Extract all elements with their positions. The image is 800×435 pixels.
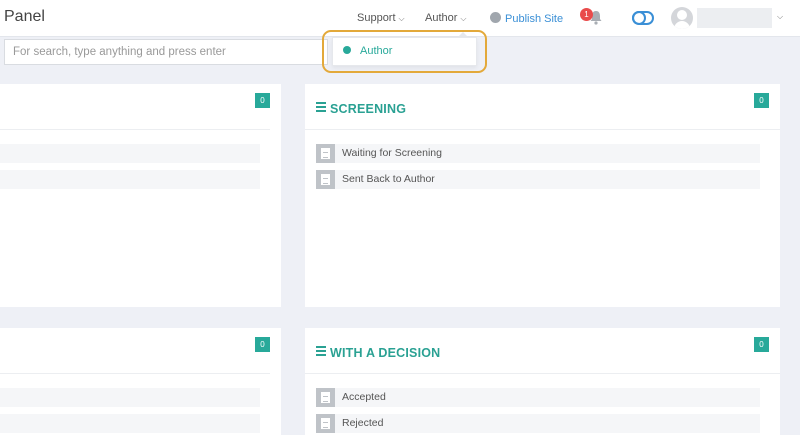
list-item-label: Accepted <box>342 391 386 403</box>
list-item[interactable]: Rejected <box>316 414 760 433</box>
divider <box>305 373 780 374</box>
list-item[interactable] <box>0 170 260 189</box>
brand-title: Panel <box>4 8 45 25</box>
publish-site-label: Publish Site <box>505 13 564 25</box>
document-icon <box>316 144 335 163</box>
list-item[interactable]: Sent Back to Author <box>316 170 760 189</box>
list-item-label: Rejected <box>342 417 384 429</box>
list-icon <box>316 346 326 358</box>
panel-screening: SCREENING 0 Waiting for Screening Sent B… <box>305 84 780 307</box>
chevron-down-icon[interactable]: ⌵ <box>777 12 783 22</box>
divider <box>0 129 270 130</box>
search-input[interactable] <box>5 40 327 64</box>
list-item[interactable] <box>0 388 260 407</box>
count-badge: 0 <box>754 337 769 352</box>
document-icon <box>316 414 335 433</box>
panel-title: SCREENING <box>316 102 406 116</box>
nav-support-label: Support <box>357 12 396 24</box>
top-bar: Panel Support ⌵ Author ⌵ Publish Site 1 ⌵ <box>0 0 800 37</box>
list-item-label: Sent Back to Author <box>342 173 435 185</box>
search-bar <box>4 39 328 65</box>
user-name[interactable] <box>697 8 772 28</box>
divider <box>0 373 270 374</box>
list-item[interactable] <box>0 144 260 163</box>
list-item[interactable]: Accepted <box>316 388 760 407</box>
chevron-down-icon: ⌵ <box>460 14 467 23</box>
list-icon <box>316 102 326 114</box>
panel-title-text: WITH A DECISION <box>330 346 441 360</box>
panel-left-bottom: 0 <box>0 328 281 435</box>
divider <box>305 129 780 130</box>
count-badge: 0 <box>255 337 270 352</box>
list-item[interactable] <box>0 414 260 433</box>
list-item-label: Waiting for Screening <box>342 147 442 159</box>
panel-left-top: 0 <box>0 84 281 307</box>
nav-support[interactable]: Support ⌵ <box>357 12 405 24</box>
nav-author[interactable]: Author ⌵ <box>425 12 467 24</box>
author-dropdown-menu: Author <box>332 37 477 66</box>
user-avatar[interactable] <box>671 7 693 29</box>
theme-toggle[interactable] <box>632 11 654 25</box>
nav-author-label: Author <box>425 12 458 24</box>
panel-with-a-decision: WITH A DECISION 0 Accepted Rejected <box>305 328 780 435</box>
panel-title: WITH A DECISION <box>316 346 440 360</box>
publish-site-link[interactable]: Publish Site <box>490 12 563 25</box>
count-badge: 0 <box>754 93 769 108</box>
globe-icon <box>490 12 501 23</box>
notification-count-badge: 1 <box>580 8 593 21</box>
menu-item-label: Author <box>360 45 393 57</box>
document-icon <box>316 388 335 407</box>
document-icon <box>316 170 335 189</box>
list-item[interactable]: Waiting for Screening <box>316 144 760 163</box>
chevron-down-icon: ⌵ <box>398 14 405 23</box>
bullet-icon <box>343 46 351 54</box>
menu-item-author[interactable]: Author <box>343 45 392 57</box>
count-badge: 0 <box>255 93 270 108</box>
panel-title-text: SCREENING <box>330 102 407 116</box>
